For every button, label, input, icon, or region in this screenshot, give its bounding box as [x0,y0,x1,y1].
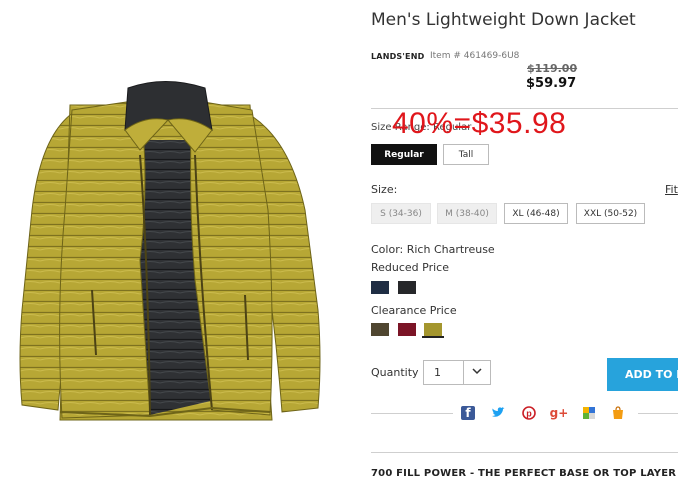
size-option-xxl[interactable]: XXL (50-52) [576,203,645,224]
color-swatch-burgundy[interactable] [398,323,416,336]
color-swatch-black[interactable] [398,281,416,294]
twitter-icon[interactable] [491,406,505,420]
size-option-xl[interactable]: XL (46-48) [504,203,568,224]
divider [371,413,453,414]
item-number: Item # 461469-6U8 [430,51,520,61]
quantity-select[interactable]: 1 [423,360,491,385]
color-swatch-chartreuse[interactable] [424,323,442,336]
add-to-bag-button[interactable]: ADD TO B [607,358,678,391]
original-price: $119.00 [527,62,578,75]
pinterest-icon[interactable]: p [522,406,536,420]
svg-text:p: p [526,409,532,419]
sale-price: $59.97 [526,76,577,91]
divider [371,452,678,453]
product-image [19,81,321,421]
size-range-regular-button[interactable]: Regular [371,144,437,165]
googleplus-icon[interactable]: g+ [550,406,569,420]
size-option-m[interactable]: M (38-40) [437,203,497,224]
brand-logo: LANDS'END [371,52,425,61]
product-title: Men's Lightweight Down Jacket [371,10,636,30]
size-range-tall-button[interactable]: Tall [443,144,489,165]
description-heading: 700 FILL POWER - THE PERFECT BASE OR TOP… [371,468,677,479]
color-label: Color: Rich Chartreuse [371,243,495,256]
size-label: Size: [371,183,398,196]
shopping-bag-icon[interactable] [611,406,625,420]
color-swatch-navy[interactable] [371,281,389,294]
chevron-down-icon [472,368,482,375]
clearance-price-label: Clearance Price [371,304,457,317]
divider [638,413,678,414]
quantity-label: Quantity [371,366,419,379]
selected-swatch-indicator [422,336,444,338]
fit-link[interactable]: Fit [665,183,678,196]
quantity-divider [463,361,464,384]
discount-annotation: 40%=$35.98 [392,107,567,140]
color-swatch-brown[interactable] [371,323,389,336]
size-option-s[interactable]: S (34-36) [371,203,431,224]
facebook-icon[interactable]: f [461,406,475,420]
quantity-value: 1 [434,366,441,379]
reduced-price-label: Reduced Price [371,261,449,274]
delicious-icon[interactable] [582,406,596,420]
